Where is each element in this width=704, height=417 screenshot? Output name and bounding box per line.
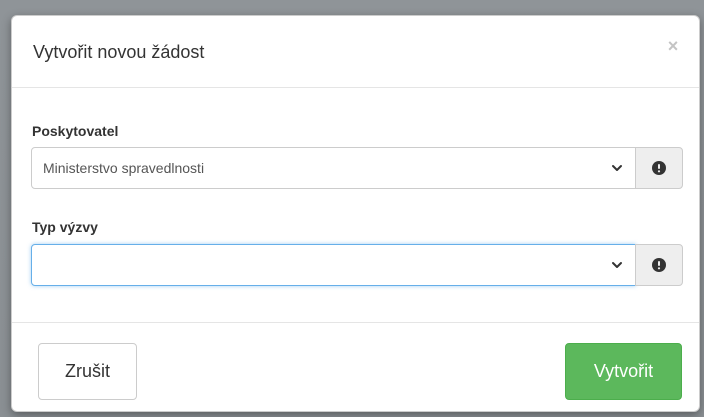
modal-header: Vytvořit novou žádost × [12, 16, 699, 88]
provider-select-value: Ministerstvo spravedlnosti [43, 160, 205, 176]
exclamation-circle-icon [652, 258, 666, 272]
call-type-select[interactable] [31, 244, 636, 286]
modal-title: Vytvořit novou žádost [33, 42, 205, 62]
provider-label: Poskytovatel [32, 123, 119, 139]
create-request-dialog: Vytvořit novou žádost × Poskytovatel Min… [11, 15, 700, 412]
chevron-down-icon [612, 262, 622, 268]
cancel-button[interactable]: Zrušit [38, 343, 137, 400]
create-button[interactable]: Vytvořit [565, 343, 682, 400]
call-type-info-addon[interactable] [635, 244, 683, 286]
provider-info-addon[interactable] [635, 147, 683, 189]
close-button[interactable]: × [665, 36, 681, 56]
exclamation-circle-icon [652, 161, 666, 175]
provider-select[interactable]: Ministerstvo spravedlnosti [31, 147, 636, 189]
modal-body: Poskytovatel Ministerstvo spravedlnosti … [12, 88, 699, 323]
modal-footer: Zrušit Vytvořit [12, 323, 699, 411]
call-type-label: Typ výzvy [32, 219, 98, 235]
chevron-down-icon [612, 165, 622, 171]
